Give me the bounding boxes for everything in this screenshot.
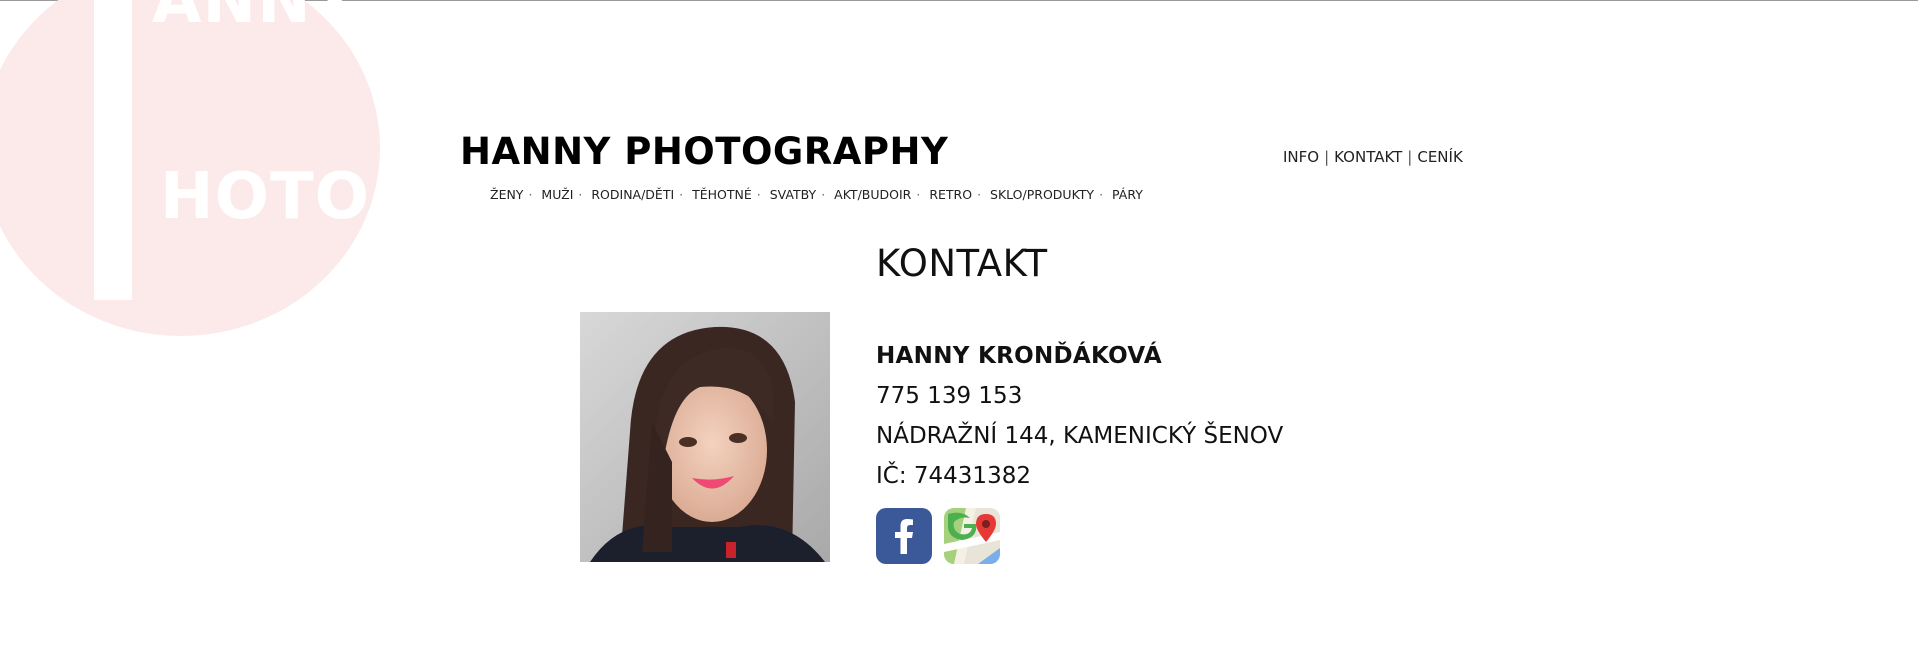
category-link-akt-budoir[interactable]: AKT/BUDOIR xyxy=(834,187,911,202)
watermark-logo: ANNY HOTO xyxy=(0,0,380,336)
nav-link-info[interactable]: INFO xyxy=(1283,148,1319,166)
category-link-rodina-deti[interactable]: RODINA/DĚTI xyxy=(591,187,674,202)
facebook-glyph xyxy=(895,519,913,554)
category-link-retro[interactable]: RETRO xyxy=(929,187,972,202)
category-separator: · xyxy=(977,187,982,202)
contact-address: NÁDRAŽNÍ 144, KAMENICKÝ ŠENOV xyxy=(876,423,1284,449)
contact-heading: KONTAKT xyxy=(876,242,1048,285)
category-separator: · xyxy=(1099,187,1104,202)
category-link-svatby[interactable]: SVATBY xyxy=(770,187,816,202)
contact-ic: IČ: 74431382 xyxy=(876,463,1031,489)
category-link-zeny[interactable]: ŽENY xyxy=(490,187,523,202)
contact-details: HANNY KRONĎÁKOVÁ 775 139 153 NÁDRAŽNÍ 14… xyxy=(876,336,1283,496)
category-separator: · xyxy=(578,187,583,202)
nav-link-kontakt[interactable]: KONTAKT xyxy=(1334,148,1402,166)
logo-text-bottom: HOTO xyxy=(160,160,371,234)
nav-separator: | xyxy=(1324,148,1330,166)
google-maps-glyph xyxy=(944,508,1000,564)
category-separator: · xyxy=(679,187,684,202)
category-separator: · xyxy=(528,187,533,202)
logo-text-top: ANNY xyxy=(152,0,359,38)
contact-phone[interactable]: 775 139 153 xyxy=(876,376,1283,416)
facebook-icon[interactable] xyxy=(876,508,932,564)
category-separator: · xyxy=(821,187,826,202)
google-maps-icon[interactable] xyxy=(944,508,1000,564)
category-link-sklo-produkty[interactable]: SKLO/PRODUKTY xyxy=(990,187,1094,202)
category-link-tehotne[interactable]: TĚHOTNÉ xyxy=(692,187,752,202)
logo-bar xyxy=(94,0,132,300)
nav-link-cenik[interactable]: CENÍK xyxy=(1417,148,1462,166)
profile-photo xyxy=(580,312,830,562)
category-separator: · xyxy=(916,187,921,202)
category-link-muzi[interactable]: MUŽI xyxy=(541,187,573,202)
category-link-pary[interactable]: PÁRY xyxy=(1112,187,1143,202)
top-nav: INFO | KONTAKT | CENÍK xyxy=(1283,148,1463,166)
contact-name: HANNY KRONĎÁKOVÁ xyxy=(876,343,1162,369)
category-separator: · xyxy=(756,187,761,202)
category-nav: ŽENY · MUŽI · RODINA/DĚTI · TĚHOTNÉ · SVATBY… xyxy=(490,187,1143,202)
portrait-illustration xyxy=(580,312,830,562)
nav-separator: | xyxy=(1407,148,1413,166)
site-title[interactable]: HANNY PHOTOGRAPHY xyxy=(460,130,948,173)
